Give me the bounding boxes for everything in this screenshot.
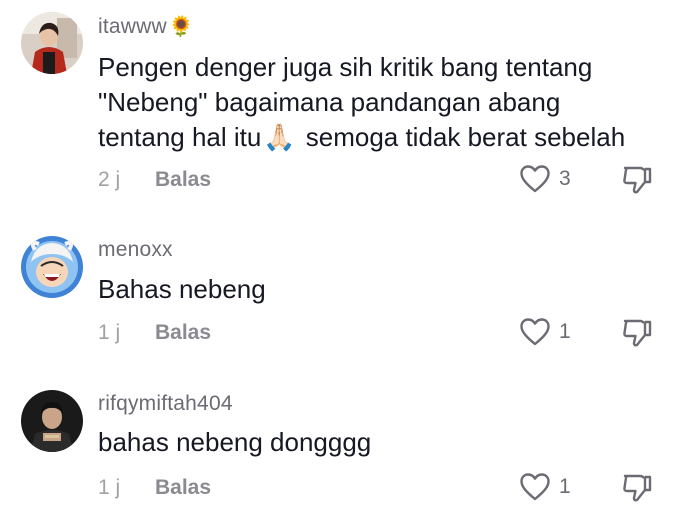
comment-username[interactable]: rifqymiftah404 [98,392,233,416]
like-count: 1 [559,320,571,343]
reply-button[interactable]: Balas [155,476,211,500]
like-count: 3 [559,167,571,190]
comment-text: Bahas nebeng [98,272,668,307]
dislike-button[interactable] [622,472,652,509]
comment-username[interactable]: menoxx [98,238,173,262]
dislike-button[interactable] [622,317,652,354]
anime-character-avatar [21,236,83,298]
like-button[interactable]: 1 [519,472,571,502]
comment-line: tentang hal itu🙏🏻 semoga tidak berat sebe… [98,120,668,155]
folded-hands-emoji: 🙏🏻 [263,122,296,152]
avatar[interactable] [21,12,83,74]
comment-line: Pengen denger juga sih kritik bang tenta… [98,52,593,82]
comment-line: Bahas nebeng [98,274,266,304]
like-button[interactable]: 1 [519,317,571,347]
dislike-button[interactable] [622,164,652,201]
thumbs-down-icon [623,166,652,194]
reply-button[interactable]: Balas [155,168,211,192]
reply-button[interactable]: Balas [155,321,211,345]
avatar[interactable] [21,390,83,452]
comment-username[interactable]: itawww 🌻 [98,14,194,39]
comment-meta: 1 j Balas 1 [98,473,668,506]
comment-time: 2 j [98,168,121,191]
comment-text: Pengen denger juga sih kritik bang tenta… [98,50,668,155]
comment-text: bahas nebeng dongggg [98,425,668,460]
comment-line-part: tentang hal itu [98,122,262,152]
username-text[interactable]: itawww [98,15,167,38]
heart-outline-icon [520,165,550,193]
comment-meta: 1 j Balas 1 [98,318,668,351]
heart-outline-icon [520,318,550,346]
user-photo-avatar [21,390,83,452]
comment-time: 1 j [98,321,121,344]
comment-line: "Nebeng" bagaimana pandangan abang [98,87,561,117]
thumbs-down-icon [623,474,652,502]
like-button[interactable]: 3 [519,164,571,194]
sunflower-emoji: 🌻 [168,16,194,38]
heart-outline-icon [520,473,550,501]
comment-time: 1 j [98,476,121,499]
comment-line: bahas nebeng dongggg [98,427,372,457]
like-count: 1 [559,475,571,498]
user-photo-avatar [21,12,83,74]
comment-line-part: semoga tidak berat sebelah [305,122,626,152]
avatar[interactable] [21,236,83,298]
thumbs-down-icon [623,319,652,347]
comment-meta: 2 j Balas 3 [98,165,668,198]
